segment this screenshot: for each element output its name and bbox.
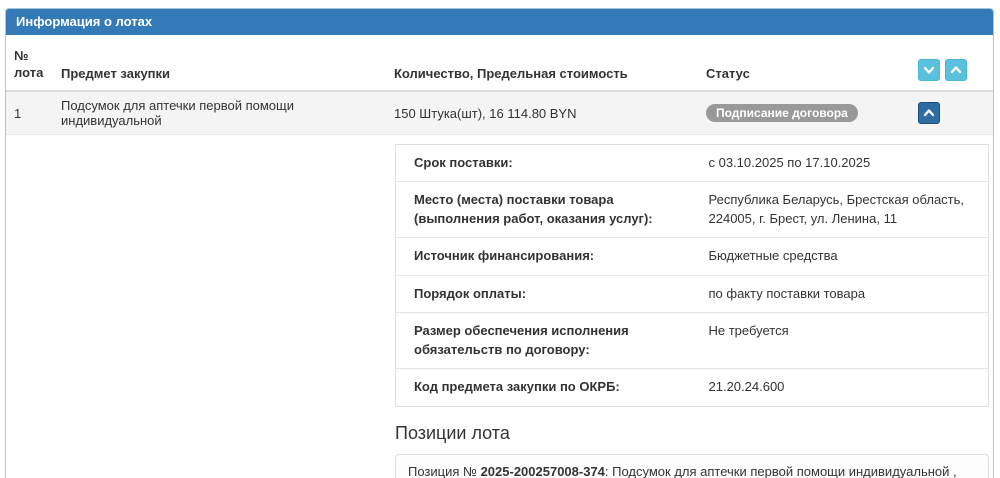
status-badge: Подписание договора — [706, 104, 858, 122]
positions-section-title: Позиции лота — [395, 423, 989, 444]
lot-subject-cell: Подсумок для аптечки первой помощи индив… — [53, 91, 386, 135]
chevron-down-icon — [922, 63, 936, 77]
collapse-lot-details-button[interactable] — [918, 102, 940, 124]
position-item: Позиция № 2025-200257008-374: Подсумок д… — [395, 454, 989, 478]
column-header-actions — [910, 35, 993, 91]
expand-all-button[interactable] — [918, 59, 940, 81]
lots-table-header-row: № лота Предмет закупки Количество, Преде… — [6, 35, 993, 91]
column-header-status: Статус — [698, 35, 910, 91]
lot-row: 1 Подсумок для аптечки первой помощи инд… — [6, 91, 993, 135]
lot-actions-cell — [910, 91, 993, 135]
position-name: : Подсумок для аптечки первой помощи инд… — [605, 464, 957, 478]
lot-details-table: Срок поставки: с 03.10.2025 по 17.10.202… — [395, 144, 989, 407]
lot-status-cell: Подписание договора — [698, 91, 910, 135]
lot-details-section: Срок поставки: с 03.10.2025 по 17.10.202… — [395, 144, 989, 478]
column-header-quantity: Количество, Предельная стоимость — [386, 35, 698, 91]
column-header-lot-number: № лота — [6, 35, 53, 91]
lots-table: № лота Предмет закупки Количество, Преде… — [6, 35, 993, 135]
chevron-up-icon — [922, 106, 936, 120]
panel-title: Информация о лотах — [6, 9, 993, 35]
position-prefix: Позиция № — [408, 464, 481, 478]
chevron-up-icon — [949, 63, 963, 77]
page: Информация о лотах № лота Предмет закупк… — [0, 0, 1000, 478]
detail-row-okrb-code: Код предмета закупки по ОКРБ: 21.20.24.6… — [396, 369, 989, 406]
detail-row-funding-source: Источник финансирования: Бюджетные средс… — [396, 238, 989, 275]
column-header-subject: Предмет закупки — [53, 35, 386, 91]
position-number: 2025-200257008-374 — [481, 464, 605, 478]
detail-row-delivery-place: Место (места) поставки товара (выполнени… — [396, 182, 989, 238]
detail-row-security-amount: Размер обеспечения исполнения обязательс… — [396, 313, 989, 369]
lots-info-panel: Информация о лотах № лота Предмет закупк… — [5, 8, 994, 478]
detail-row-delivery-period: Срок поставки: с 03.10.2025 по 17.10.202… — [396, 145, 989, 182]
collapse-all-button[interactable] — [945, 59, 967, 81]
lot-number-cell: 1 — [6, 91, 53, 135]
detail-row-payment-order: Порядок оплаты: по факту поставки товара — [396, 275, 989, 312]
lot-quantity-cell: 150 Штука(шт), 16 114.80 BYN — [386, 91, 698, 135]
